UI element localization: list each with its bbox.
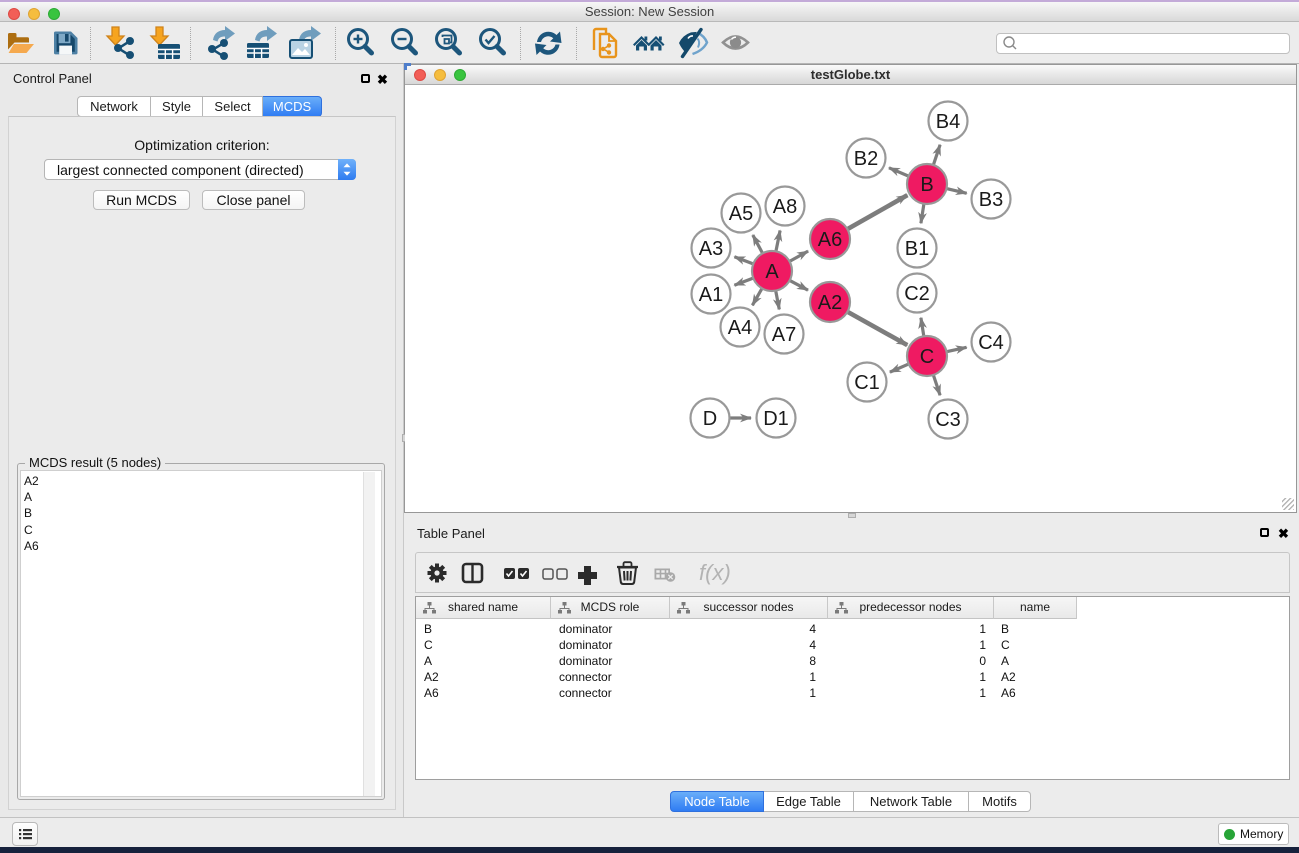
svg-text:C: C — [920, 346, 934, 368]
svg-text:C2: C2 — [904, 283, 930, 305]
svg-text:A: A — [765, 261, 779, 283]
svg-text:A4: A4 — [728, 317, 752, 339]
svg-text:C1: C1 — [854, 372, 880, 394]
svg-text:B1: B1 — [905, 238, 929, 260]
svg-text:C3: C3 — [935, 409, 961, 431]
svg-text:B: B — [920, 174, 933, 196]
svg-text:A2: A2 — [818, 292, 842, 314]
svg-text:B4: B4 — [936, 111, 960, 133]
svg-text:f(x): f(x) — [699, 560, 731, 585]
svg-text:A7: A7 — [772, 324, 796, 346]
svg-text:A8: A8 — [773, 196, 797, 218]
svg-text:A1: A1 — [699, 284, 723, 306]
svg-text:C4: C4 — [978, 332, 1004, 354]
svg-text:B2: B2 — [854, 148, 878, 170]
svg-text:A3: A3 — [699, 238, 723, 260]
svg-text:D1: D1 — [763, 408, 789, 430]
svg-text:A5: A5 — [729, 203, 753, 225]
svg-text:D: D — [703, 408, 717, 430]
svg-text:B3: B3 — [979, 189, 1003, 211]
svg-text:A6: A6 — [818, 229, 842, 251]
